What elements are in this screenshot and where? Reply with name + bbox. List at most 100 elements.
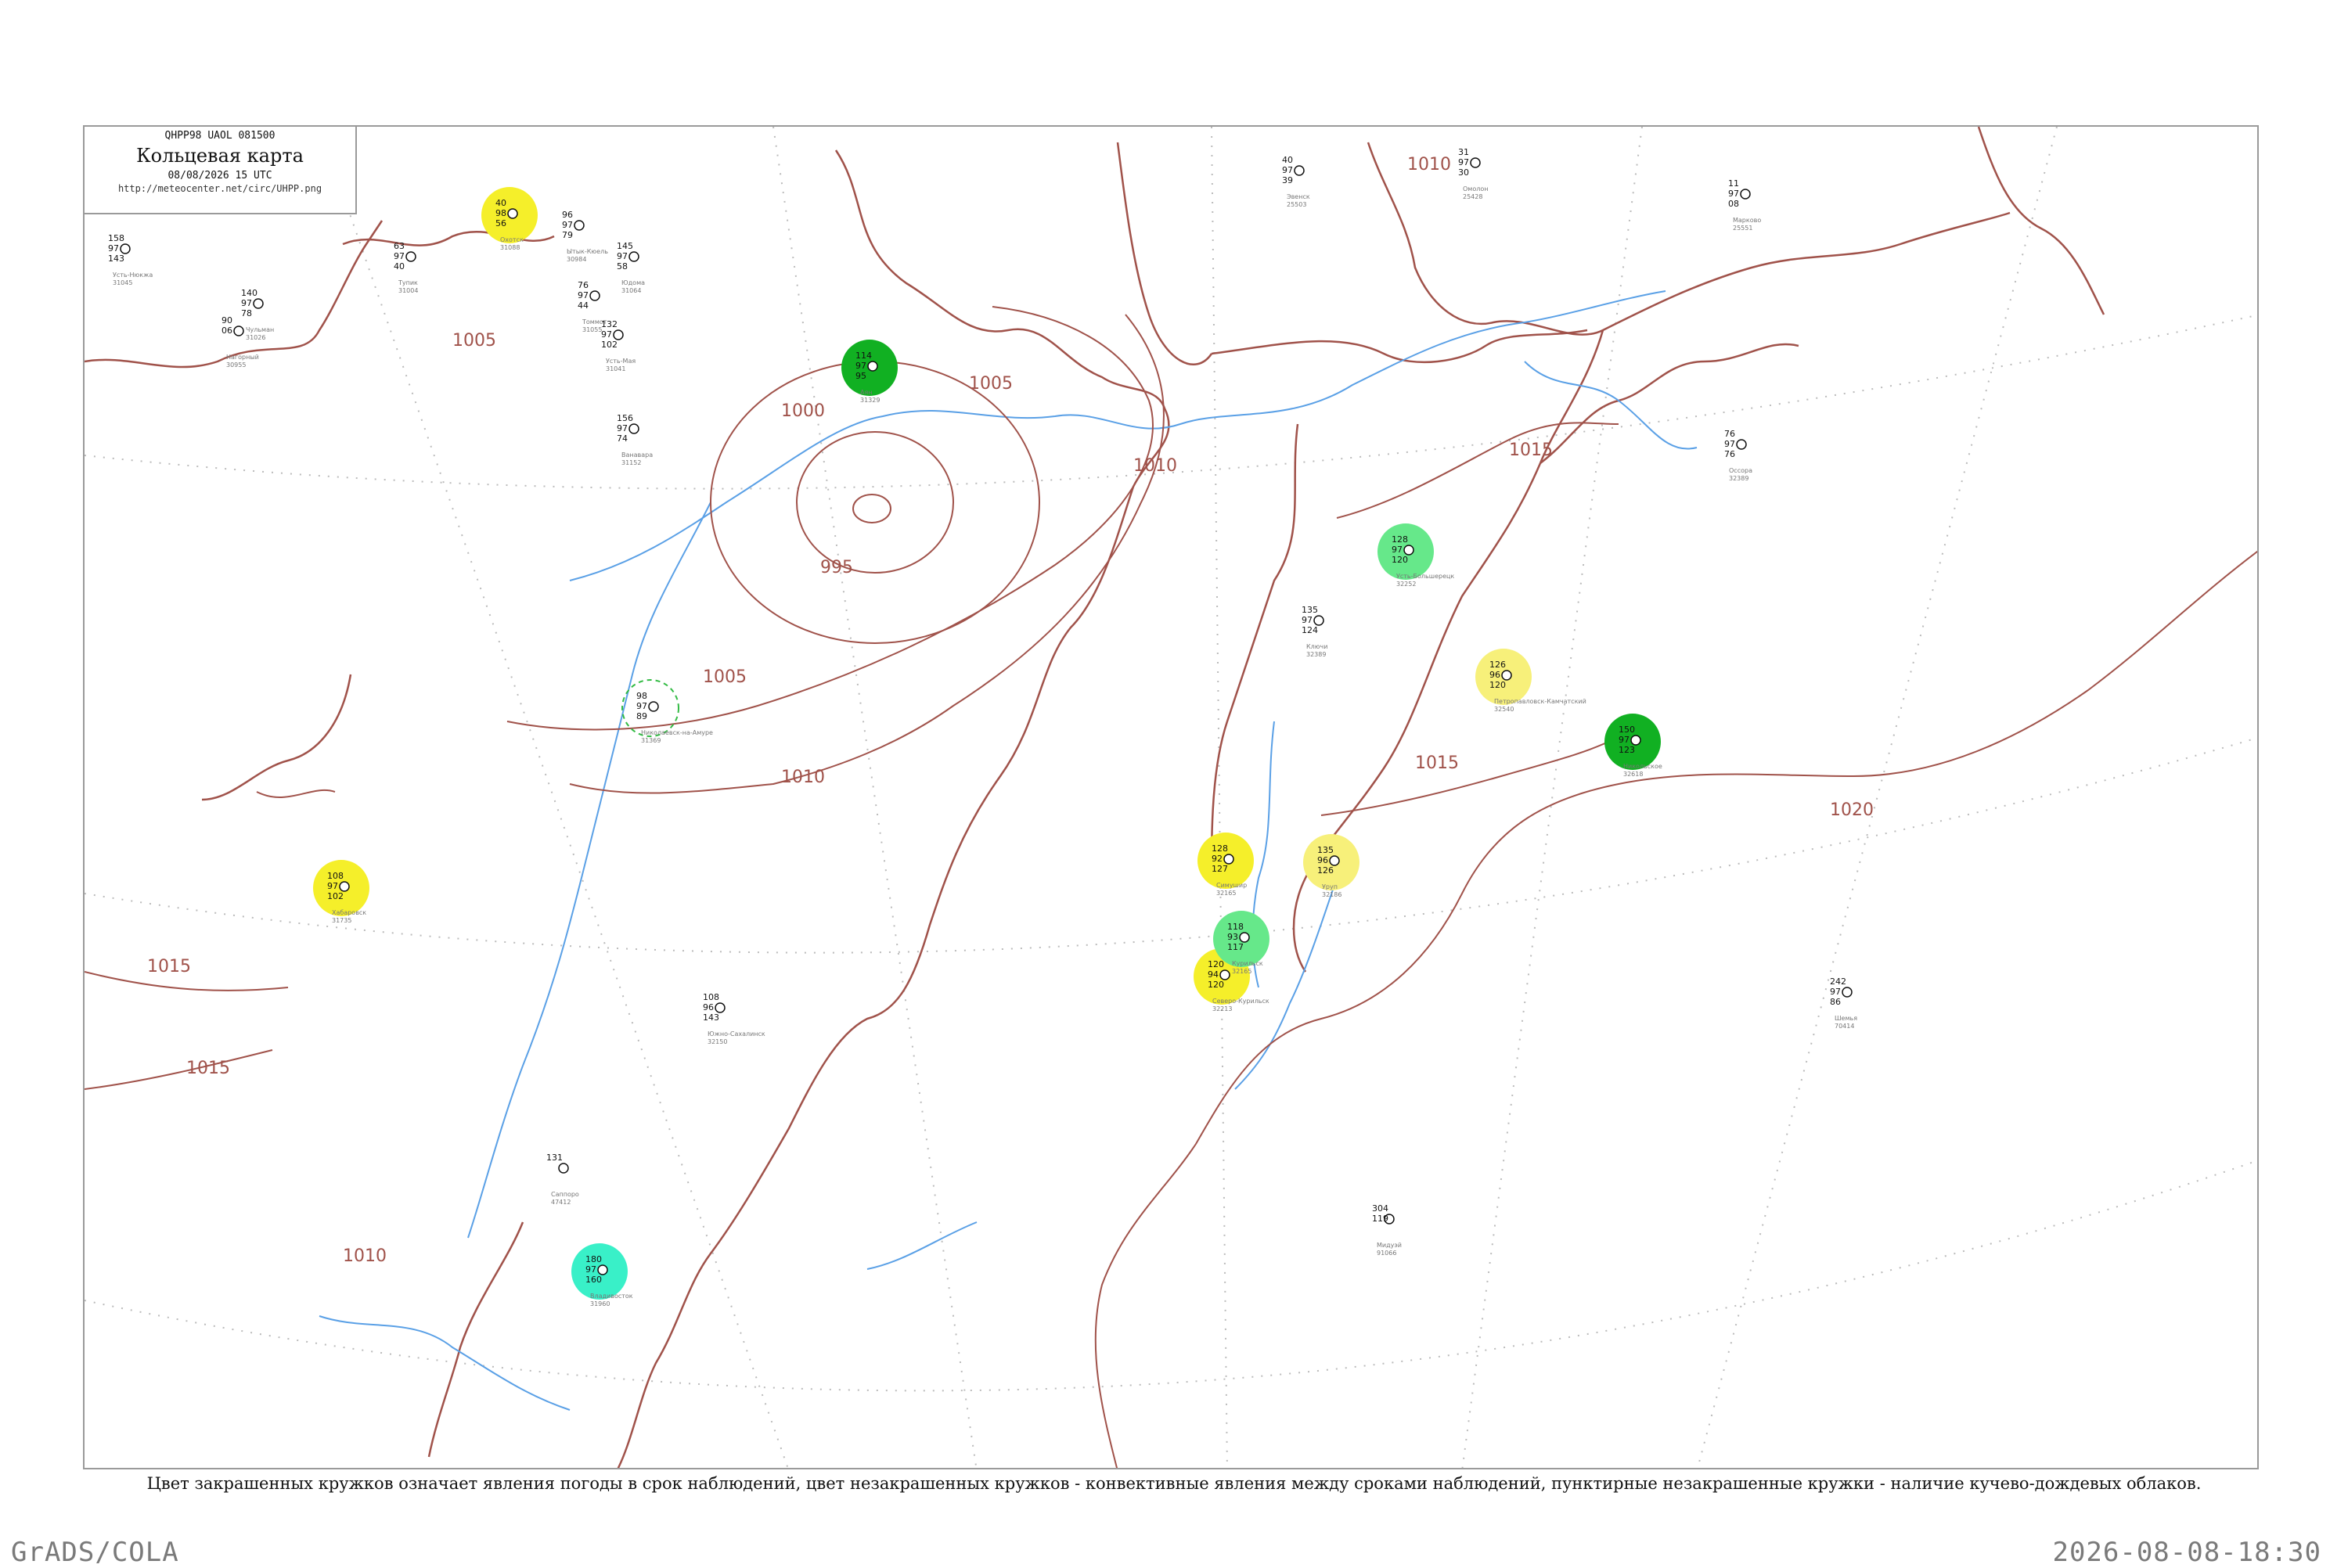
station[interactable]: 13596126 Уруп32186 xyxy=(1303,834,1359,898)
station-marker-icon xyxy=(1501,670,1512,681)
station-name: Усть-Большерецк xyxy=(1396,573,1454,580)
station[interactable]: 12696120 Петропавловск-Камчатский32540 xyxy=(1475,649,1586,713)
station-value: 97 xyxy=(855,361,866,371)
station[interactable]: 304119 Мидуэй91066 xyxy=(1372,1203,1402,1257)
station-value: 76 xyxy=(1724,429,1735,439)
station[interactable]: 119708 Марковo25551 xyxy=(1728,178,1761,232)
generation-timestamp: 2026-08-08-18:30 xyxy=(2052,1537,2321,1568)
station-name: Аян xyxy=(860,389,873,396)
station-value: 97 xyxy=(578,290,589,300)
station-marker-icon xyxy=(715,1002,726,1013)
station-value: 304 xyxy=(1372,1203,1388,1214)
station-name: Нагорный xyxy=(226,354,259,361)
station-name: Марковo xyxy=(1733,217,1761,224)
station-value: 126 xyxy=(1317,865,1334,876)
station-value: 97 xyxy=(562,220,573,230)
station-value: 96 xyxy=(1489,670,1500,680)
station-value: 97 xyxy=(1619,735,1630,745)
station-value: 128 xyxy=(1212,843,1228,854)
map-title: Кольцевая карта xyxy=(136,145,304,167)
station-value: 120 xyxy=(1489,680,1506,690)
isobar-label: 1005 xyxy=(969,374,1013,394)
station-value: 102 xyxy=(601,340,618,350)
station[interactable]: 409739 Эвенск25503 xyxy=(1282,155,1310,208)
station-value: 117 xyxy=(1227,942,1244,952)
station-name: Петропавловск-Камчатский xyxy=(1494,698,1586,705)
station-number: 31045 xyxy=(113,279,132,286)
station[interactable]: 131 Саппоро47412 xyxy=(546,1153,579,1206)
station-name: Ключи xyxy=(1306,643,1327,650)
station-value: 120 xyxy=(1208,980,1224,990)
station[interactable]: 15897143 Усть-Нюкжа31045 xyxy=(108,233,153,286)
station-number: 31064 xyxy=(621,287,641,294)
isobar-label: 1015 xyxy=(1509,441,1553,460)
station-value: 96 xyxy=(1317,855,1328,865)
station-name: Саппоро xyxy=(551,1191,579,1198)
station-name: Ытык-Кюель xyxy=(567,248,608,255)
station[interactable]: 15097123 Никольское32618 xyxy=(1604,714,1662,778)
station-number: 31735 xyxy=(332,917,351,924)
isobar-label: 1010 xyxy=(781,768,825,787)
station-number: 70414 xyxy=(1835,1023,1854,1030)
station-value: 108 xyxy=(703,992,719,1002)
station-marker-icon xyxy=(589,290,600,301)
station[interactable]: 989789 Николаевск-на-Амуре31369 xyxy=(621,679,713,744)
station[interactable]: 1569774 Ванавара31152 xyxy=(617,413,653,466)
station-value: 90 xyxy=(221,315,232,325)
station[interactable]: 1459758 Юдома31064 xyxy=(617,241,645,294)
station-value: 78 xyxy=(241,308,252,318)
station-marker-icon xyxy=(628,423,639,434)
station-value: 132 xyxy=(601,319,618,329)
station-value: 143 xyxy=(703,1012,719,1023)
station-marker-icon xyxy=(1403,545,1414,556)
station-value: 39 xyxy=(1282,175,1293,185)
station-number: 31041 xyxy=(606,365,625,372)
station-value: 76 xyxy=(578,280,589,290)
station-value: 31 xyxy=(1458,147,1469,157)
map-url[interactable]: http://meteocenter.net/circ/UHPP.png xyxy=(85,183,355,194)
coastline xyxy=(85,127,2105,1468)
station-name: Усть-Нюкжа xyxy=(113,272,153,279)
station[interactable]: 13597124 Ключи32389 xyxy=(1302,605,1327,658)
stations-layer: 15897143Усть-Нюкжа31045 639740Тупик31004 1… xyxy=(108,147,1857,1307)
station-marker-icon xyxy=(558,1163,569,1174)
station-value: 08 xyxy=(1728,199,1739,209)
station-value: 97 xyxy=(1830,987,1841,997)
station[interactable]: 1149795 Аян31329 xyxy=(841,340,898,404)
station-value: 108 xyxy=(327,871,344,881)
station[interactable]: 10896143 Южно-Сахалинск32150 xyxy=(703,992,765,1045)
station-number: 47412 xyxy=(551,1199,571,1206)
station-name: Ванавара xyxy=(621,451,653,459)
map-header: QHPP98 UAOL 081500 Кольцевая карта 08/08… xyxy=(85,127,357,214)
station-marker-icon xyxy=(1313,615,1324,626)
station-value: 97 xyxy=(327,881,338,891)
station[interactable]: 9006 Нагорный30955 xyxy=(221,315,259,369)
station[interactable]: 18097160 Владивосток31960 xyxy=(571,1243,633,1307)
station-marker-icon xyxy=(507,208,518,219)
station-value: 102 xyxy=(327,891,344,901)
station-name: Хабаровск xyxy=(332,909,366,916)
station-number: 25428 xyxy=(1463,193,1482,200)
station[interactable]: 10897102 Хабаровск31735 xyxy=(313,860,369,924)
station[interactable]: 969779 Ытык-Кюель30984 xyxy=(562,210,608,263)
station-marker-icon xyxy=(1842,987,1853,998)
station-marker-icon xyxy=(628,251,639,262)
station-value: 97 xyxy=(601,329,612,340)
station[interactable]: 12897120 Усть-Большерецк32252 xyxy=(1377,523,1454,588)
station[interactable]: 1409778 Чульман31026 xyxy=(241,288,274,341)
station-value: 97 xyxy=(1392,545,1403,555)
station-marker-icon xyxy=(613,329,624,340)
station-value: 79 xyxy=(562,230,573,240)
station[interactable]: 639740 Тупик31004 xyxy=(394,241,418,294)
station[interactable]: 319730 Омолон25428 xyxy=(1458,147,1488,200)
station-name: Южно-Сахалинск xyxy=(708,1030,765,1038)
station-number: 32252 xyxy=(1396,581,1416,588)
station-value: 94 xyxy=(1208,969,1219,980)
map-canvas[interactable]: 1005 1000 995 1005 1010 1005 1010 1015 1… xyxy=(85,127,2259,1469)
station-marker-icon xyxy=(1630,735,1641,746)
station[interactable]: 13297102 Усть-Мая31041 xyxy=(601,319,636,372)
station[interactable]: 769776 Оссора32389 xyxy=(1724,429,1752,482)
station[interactable]: 2429786 Шемья70414 xyxy=(1830,976,1857,1030)
station[interactable]: 12892127 Симушир32165 xyxy=(1197,833,1254,897)
station-name: Омолон xyxy=(1463,185,1488,192)
